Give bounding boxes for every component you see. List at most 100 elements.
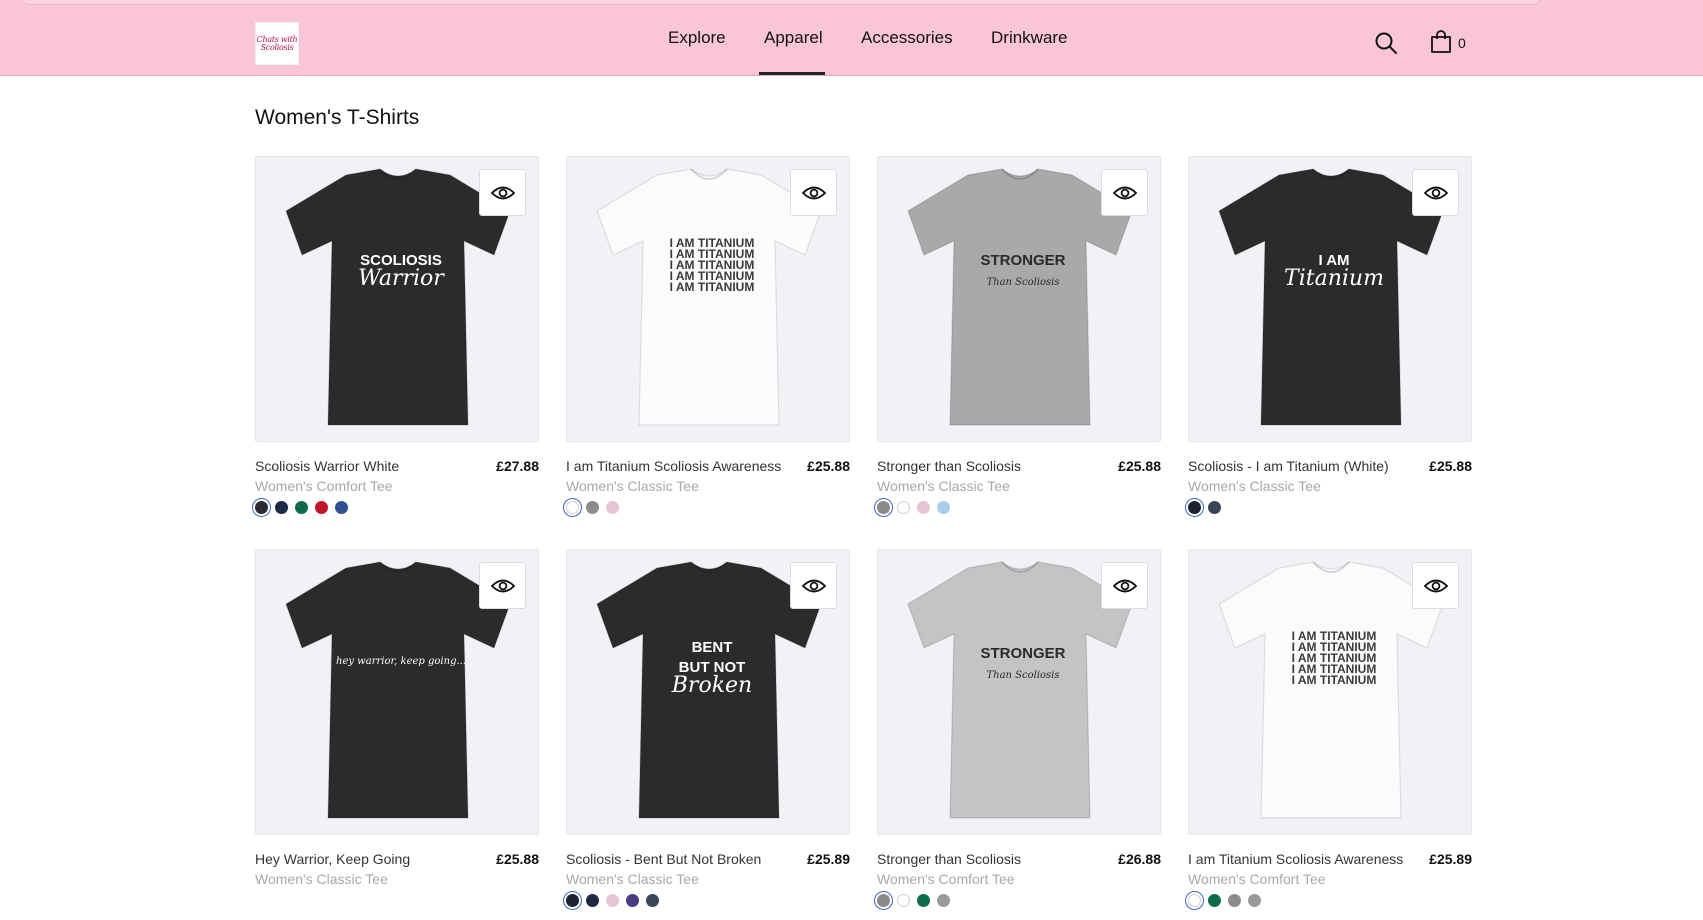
color-swatches bbox=[566, 893, 659, 909]
nav-explore[interactable]: Explore bbox=[668, 28, 726, 48]
shirt-print-line: I AM TITANIUM bbox=[670, 280, 755, 294]
product-price: £25.89 bbox=[1429, 851, 1472, 867]
color-swatch[interactable] bbox=[1248, 894, 1261, 907]
color-swatch[interactable] bbox=[937, 501, 950, 514]
product-image[interactable]: STRONGER Than Scoliosis bbox=[877, 549, 1161, 835]
product-subtitle: Women's Classic Tee bbox=[566, 478, 699, 494]
product-card[interactable]: I AM TITANIUM I AM TITANIUM I AM TITANIUM I… bbox=[1188, 549, 1472, 909]
color-swatch[interactable] bbox=[1208, 501, 1221, 514]
product-image[interactable]: I AM Titanium bbox=[1188, 156, 1472, 442]
product-card[interactable]: I AM TITANIUM I AM TITANIUM I AM TITANIUM I… bbox=[566, 156, 850, 516]
site-header: Chats with Scoliosis Explore Apparel Acc… bbox=[0, 0, 1703, 76]
eye-icon bbox=[490, 579, 515, 592]
color-swatch[interactable] bbox=[1188, 501, 1201, 514]
color-swatch[interactable] bbox=[626, 894, 639, 907]
product-name[interactable]: I am Titanium Scoliosis Awareness bbox=[566, 458, 781, 474]
product-image[interactable]: I AM TITANIUM I AM TITANIUM I AM TITANIUM I… bbox=[1188, 549, 1472, 835]
quick-view-button[interactable] bbox=[1101, 562, 1148, 609]
color-swatch[interactable] bbox=[897, 501, 910, 514]
quick-view-button[interactable] bbox=[1412, 562, 1459, 609]
product-name[interactable]: Hey Warrior, Keep Going bbox=[255, 851, 410, 867]
color-swatch[interactable] bbox=[877, 894, 890, 907]
product-name[interactable]: Scoliosis - Bent But Not Broken bbox=[566, 851, 761, 867]
product-price: £25.88 bbox=[1429, 458, 1472, 474]
color-swatches bbox=[255, 500, 348, 516]
nav-apparel[interactable]: Apparel bbox=[764, 28, 823, 48]
color-swatch[interactable] bbox=[917, 894, 930, 907]
color-swatch[interactable] bbox=[335, 501, 348, 514]
eye-icon bbox=[1423, 579, 1448, 592]
shirt-print-line: Broken bbox=[671, 673, 752, 698]
quick-view-button[interactable] bbox=[479, 562, 526, 609]
search-icon bbox=[1375, 32, 1397, 54]
product-price: £25.88 bbox=[496, 851, 539, 867]
product-subtitle: Women's Comfort Tee bbox=[255, 478, 393, 494]
product-name[interactable]: Stronger than Scoliosis bbox=[877, 851, 1021, 867]
shirt-print-line: STRONGER bbox=[980, 645, 1065, 662]
quick-view-button[interactable] bbox=[479, 169, 526, 216]
color-swatches bbox=[1188, 893, 1261, 909]
page-title: Women's T-Shirts bbox=[255, 106, 420, 129]
product-price: £25.89 bbox=[807, 851, 850, 867]
color-swatch[interactable] bbox=[566, 501, 579, 514]
shirt-print-line: Titanium bbox=[1284, 266, 1384, 291]
shopping-bag-icon bbox=[1431, 30, 1451, 53]
product-card[interactable]: I AM Titanium Scoliosis - I am Titanium (… bbox=[1188, 156, 1472, 516]
color-swatch[interactable] bbox=[275, 501, 288, 514]
color-swatches bbox=[1188, 500, 1221, 516]
eye-icon bbox=[1112, 579, 1137, 592]
color-swatch[interactable] bbox=[315, 501, 328, 514]
product-card[interactable]: SCOLIOSIS Warrior Scoliosis Warrior White… bbox=[255, 156, 539, 516]
product-image[interactable]: hey warrior, keep going... bbox=[255, 549, 539, 835]
product-price: £26.88 bbox=[1118, 851, 1161, 867]
quick-view-button[interactable] bbox=[790, 169, 837, 216]
color-swatch[interactable] bbox=[917, 501, 930, 514]
color-swatch[interactable] bbox=[897, 894, 910, 907]
color-swatch[interactable] bbox=[566, 894, 579, 907]
eye-icon bbox=[801, 186, 826, 199]
product-image[interactable]: I AM TITANIUM I AM TITANIUM I AM TITANIUM I… bbox=[566, 156, 850, 442]
color-swatch[interactable] bbox=[255, 501, 268, 514]
eye-icon bbox=[490, 186, 515, 199]
product-name[interactable]: Scoliosis Warrior White bbox=[255, 458, 399, 474]
product-image[interactable]: BENT BUT NOT Broken bbox=[566, 549, 850, 835]
shirt-print-line: I AM TITANIUM bbox=[1292, 673, 1377, 687]
quick-view-button[interactable] bbox=[1101, 169, 1148, 216]
product-card[interactable]: STRONGER Than Scoliosis Stronger than Sco… bbox=[877, 156, 1161, 516]
color-swatch[interactable] bbox=[1208, 894, 1221, 907]
product-subtitle: Women's Classic Tee bbox=[877, 478, 1010, 494]
product-image[interactable]: STRONGER Than Scoliosis bbox=[877, 156, 1161, 442]
color-swatch[interactable] bbox=[877, 501, 890, 514]
eye-icon bbox=[801, 579, 826, 592]
nav-drinkware[interactable]: Drinkware bbox=[991, 28, 1068, 48]
product-price: £27.88 bbox=[496, 458, 539, 474]
color-swatch[interactable] bbox=[1228, 894, 1241, 907]
color-swatch[interactable] bbox=[606, 894, 619, 907]
color-swatch[interactable] bbox=[606, 501, 619, 514]
color-swatches bbox=[877, 500, 950, 516]
product-subtitle: Women's Classic Tee bbox=[255, 871, 388, 887]
quick-view-button[interactable] bbox=[790, 562, 837, 609]
product-subtitle: Women's Classic Tee bbox=[566, 871, 699, 887]
color-swatch[interactable] bbox=[586, 501, 599, 514]
product-image[interactable]: SCOLIOSIS Warrior bbox=[255, 156, 539, 442]
product-name[interactable]: Stronger than Scoliosis bbox=[877, 458, 1021, 474]
cart-button[interactable]: 0 bbox=[1430, 30, 1474, 56]
nav-active-indicator bbox=[759, 72, 825, 75]
color-swatches bbox=[877, 893, 950, 909]
product-name[interactable]: I am Titanium Scoliosis Awareness bbox=[1188, 851, 1403, 867]
color-swatch[interactable] bbox=[1188, 894, 1201, 907]
product-subtitle: Women's Classic Tee bbox=[1188, 478, 1321, 494]
product-card[interactable]: hey warrior, keep going... Hey Warrior, … bbox=[255, 549, 539, 909]
product-name[interactable]: Scoliosis - I am Titanium (White) bbox=[1188, 458, 1389, 474]
quick-view-button[interactable] bbox=[1412, 169, 1459, 216]
product-card[interactable]: STRONGER Than Scoliosis Stronger than Sco… bbox=[877, 549, 1161, 909]
product-card[interactable]: BENT BUT NOT Broken Scoliosis - Bent But N… bbox=[566, 549, 850, 909]
color-swatch[interactable] bbox=[295, 501, 308, 514]
search-button[interactable] bbox=[1374, 31, 1398, 55]
color-swatch[interactable] bbox=[937, 894, 950, 907]
eye-icon bbox=[1423, 186, 1448, 199]
color-swatch[interactable] bbox=[586, 894, 599, 907]
color-swatch[interactable] bbox=[646, 894, 659, 907]
nav-accessories[interactable]: Accessories bbox=[861, 28, 953, 48]
